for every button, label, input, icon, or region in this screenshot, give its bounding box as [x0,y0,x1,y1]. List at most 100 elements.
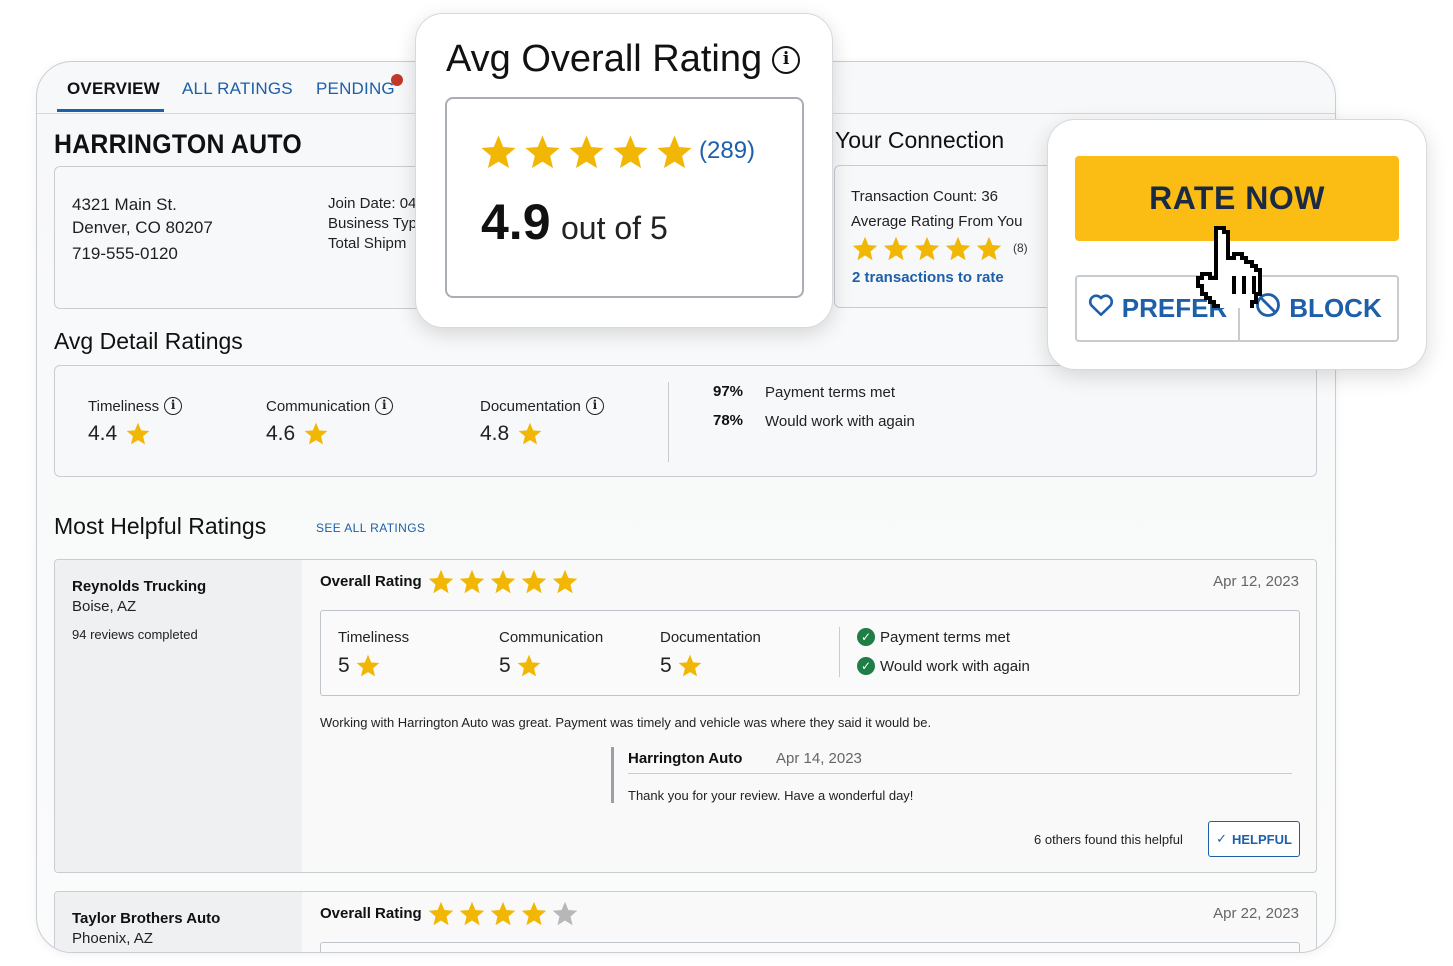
detail-ratings-card: Timeliness i 4.4 Communication i 4.6 Docum… [54,365,1317,477]
stat-label-work-again: Would work with again [765,413,915,430]
check-payment: ✓ Payment terms met [857,628,1010,646]
company-name: HARRINGTON AUTO [54,129,302,159]
transaction-count: Transaction Count: 36 [851,188,999,205]
star-filled-icon [489,900,517,928]
review-date: Apr 22, 2023 [1213,905,1299,922]
connection-card: Transaction Count: 36 Average Rating Fro… [834,165,1054,308]
reply-date: Apr 14, 2023 [776,750,862,767]
star-filled-icon [655,133,694,172]
review-stars [427,568,579,596]
review-detail-label-communication: Communication [499,629,604,646]
review-detail-value-documentation: 5 [660,653,703,679]
average-from-you-label: Average Rating From You [851,213,1023,230]
star-icon [125,421,151,447]
reply-author: Harrington Auto [628,750,743,767]
reviewer-name: Taylor Brothers Auto [72,910,221,927]
divider [668,382,669,462]
helpful-ratings-heading: Most Helpful Ratings [54,513,267,539]
avg-overall-rating-popover: Avg Overall Rating i (289) 4.9 out of 5 [415,13,833,328]
overall-rating-count-link[interactable]: (289) [699,137,755,165]
total-shipments: Total Shipm [328,235,407,252]
reply-text: Thank you for your review. Have a wonder… [628,788,914,803]
detail-label-timeliness: Timeliness i [88,397,183,415]
overall-score: 4.9 [481,194,551,250]
reply-indicator [611,747,614,803]
review-stars [427,900,579,928]
avg-overall-rating-card: (289) 4.9 out of 5 [445,97,804,298]
star-filled-icon [458,568,486,596]
star-filled-icon [611,133,650,172]
reply-divider [628,773,1292,774]
star-filled-icon [975,235,1003,263]
info-icon[interactable]: i [772,45,801,74]
connection-rating-count: (8) [1013,241,1028,255]
address-line2: Denver, CO 80207 [72,218,213,237]
info-icon[interactable]: i [164,397,183,415]
review-card: Reynolds Trucking Boise, AZ 94 reviews c… [54,559,1317,873]
tab-pending[interactable]: PENDING [316,79,395,99]
overall-stars [479,133,694,172]
info-icon[interactable]: i [375,397,394,415]
check-work-again: ✓ Would work with again [857,657,1030,675]
detail-value-communication: 4.6 [266,421,329,447]
see-all-ratings-link[interactable]: SEE ALL RATINGS [316,521,425,535]
star-icon [355,653,381,679]
review-detail-value-communication: 5 [499,653,542,679]
business-type: Business Typ [328,215,417,232]
star-filled-icon [851,235,879,263]
reviewer-location: Boise, AZ [72,598,137,615]
check-circle-icon: ✓ [857,657,875,675]
star-filled-icon [427,568,455,596]
detail-label-documentation: Documentation i [480,397,604,415]
overall-rating-label: Overall Rating [320,905,422,922]
divider [839,627,840,677]
hand-pointer-cursor-icon [1192,224,1274,313]
review-detail-card [320,942,1300,952]
star-filled-icon [479,133,518,172]
review-date: Apr 12, 2023 [1213,573,1299,590]
star-filled-icon [520,900,548,928]
check-icon: ✓ [1216,831,1227,846]
pending-badge-dot [391,74,403,86]
check-circle-icon: ✓ [857,628,875,646]
helpful-button[interactable]: ✓ HELPFUL [1208,821,1300,857]
detail-label-communication: Communication i [266,397,394,415]
review-detail-value-timeliness: 5 [338,653,381,679]
detail-ratings-heading: Avg Detail Ratings [54,328,243,354]
reviewer-name: Reynolds Trucking [72,578,207,595]
star-icon [303,421,329,447]
helpful-count: 6 others found this helpful [1034,832,1183,847]
tab-all-ratings[interactable]: ALL RATINGS [182,79,293,99]
connection-heading: Your Connection [835,127,1005,153]
star-filled-icon [882,235,910,263]
stat-pct-work-again: 78% [713,412,744,429]
review-detail-label-timeliness: Timeliness [338,629,410,646]
address-line1: 4321 Main St. [72,195,177,214]
active-tab-indicator [57,109,164,112]
review-card: Taylor Brothers Auto Phoenix, AZ Overall… [54,891,1317,952]
info-icon[interactable]: i [585,397,604,415]
review-comment: Working with Harrington Auto was great. … [320,715,932,730]
avg-overall-rating-title: Avg Overall Rating i [446,38,801,81]
heart-icon [1088,293,1114,324]
phone-number: 719-555-0120 [72,244,178,263]
transactions-to-rate-link[interactable]: 2 transactions to rate [852,269,1004,286]
reviewer-location: Phoenix, AZ [72,930,153,947]
stat-label-payment: Payment terms met [765,384,896,401]
detail-value-timeliness: 4.4 [88,421,151,447]
tab-overview[interactable]: OVERVIEW [67,79,160,99]
star-filled-icon [427,900,455,928]
review-detail-card: Timeliness 5 Communication 5 Documentati… [320,610,1300,696]
star-icon [516,653,542,679]
connection-stars [851,235,1003,263]
star-filled-icon [551,568,579,596]
star-filled-icon [520,568,548,596]
star-filled-icon [458,900,486,928]
detail-value-documentation: 4.8 [480,421,543,447]
join-date: Join Date: 04 [328,195,417,212]
stat-pct-payment: 97% [713,383,744,400]
star-icon [517,421,543,447]
overall-out-of: out of 5 [561,210,668,246]
star-filled-icon [523,133,562,172]
reviews-completed: 94 reviews completed [72,627,198,642]
